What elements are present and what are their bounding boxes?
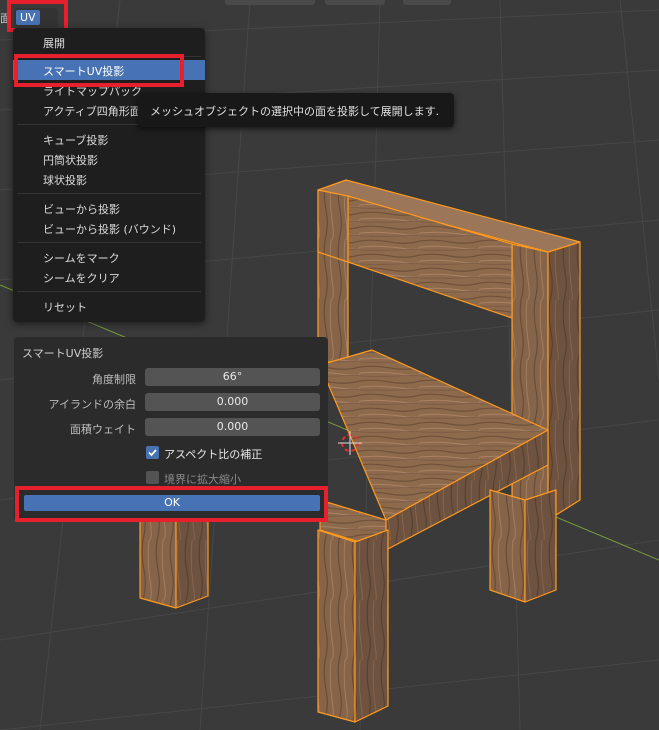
tooltip-text: メッシュオブジェクトの選択中の面を投影して展開します. [150, 105, 440, 118]
menu-item-project-from-view[interactable]: ビューから投影 [13, 198, 205, 218]
angle-limit-label: 角度制限 [92, 373, 136, 386]
header-button[interactable] [225, 0, 315, 5]
ok-button[interactable]: OK [24, 495, 320, 511]
header-button[interactable] [403, 0, 451, 5]
menu-item-sphere-projection[interactable]: 球状投影 [13, 169, 205, 189]
checkmark-icon [148, 449, 157, 457]
correct-aspect-checkbox[interactable] [146, 446, 159, 459]
uv-dropdown-menu: 展開 スマートUV投影 ライトマップパック アクティブ四角形面に追従 キューブ投… [13, 28, 205, 322]
menu-item-clear-seam[interactable]: シームをクリア [13, 267, 205, 287]
menu-item-cylinder-projection[interactable]: 円筒状投影 [13, 149, 205, 169]
menu-item-project-from-view-bounds[interactable]: ビューから投影 (バウンド) [13, 218, 205, 238]
menu-item-smart-uv-project[interactable]: スマートUV投影 [13, 60, 205, 80]
area-weight-label: 面積ウェイト [70, 423, 136, 436]
menu-item-mark-seam[interactable]: シームをマーク [13, 247, 205, 267]
island-margin-field[interactable]: 0.000 [145, 393, 320, 411]
scale-to-bounds-label: 境界に拡大縮小 [164, 473, 241, 486]
island-margin-label: アイランドの余白 [48, 398, 136, 411]
uv-menu-button[interactable]: UV [14, 8, 58, 27]
smart-uv-operator-panel: スマートUV投影 角度制限 66° アイランドの余白 0.000 面積ウェイト … [14, 337, 328, 521]
menu-separator [17, 291, 201, 292]
header-button[interactable] [325, 0, 385, 5]
area-weight-field[interactable]: 0.000 [145, 418, 320, 436]
menu-separator [17, 193, 201, 194]
angle-limit-field[interactable]: 66° [145, 368, 320, 386]
menu-separator [17, 56, 201, 57]
menu-item-unwrap[interactable]: 展開 [13, 32, 205, 52]
select-mode-label: 面 [0, 12, 11, 25]
menu-item-reset[interactable]: リセット [13, 296, 205, 316]
menu-item-cube-projection[interactable]: キューブ投影 [13, 129, 205, 149]
scale-to-bounds-checkbox[interactable] [146, 471, 159, 484]
panel-title: スマートUV投影 [22, 347, 104, 360]
correct-aspect-label: アスペクト比の補正 [164, 448, 263, 461]
tooltip: メッシュオブジェクトの選択中の面を投影して展開します. [138, 93, 454, 127]
uv-menu-label: UV [16, 10, 40, 25]
menu-separator [17, 242, 201, 243]
